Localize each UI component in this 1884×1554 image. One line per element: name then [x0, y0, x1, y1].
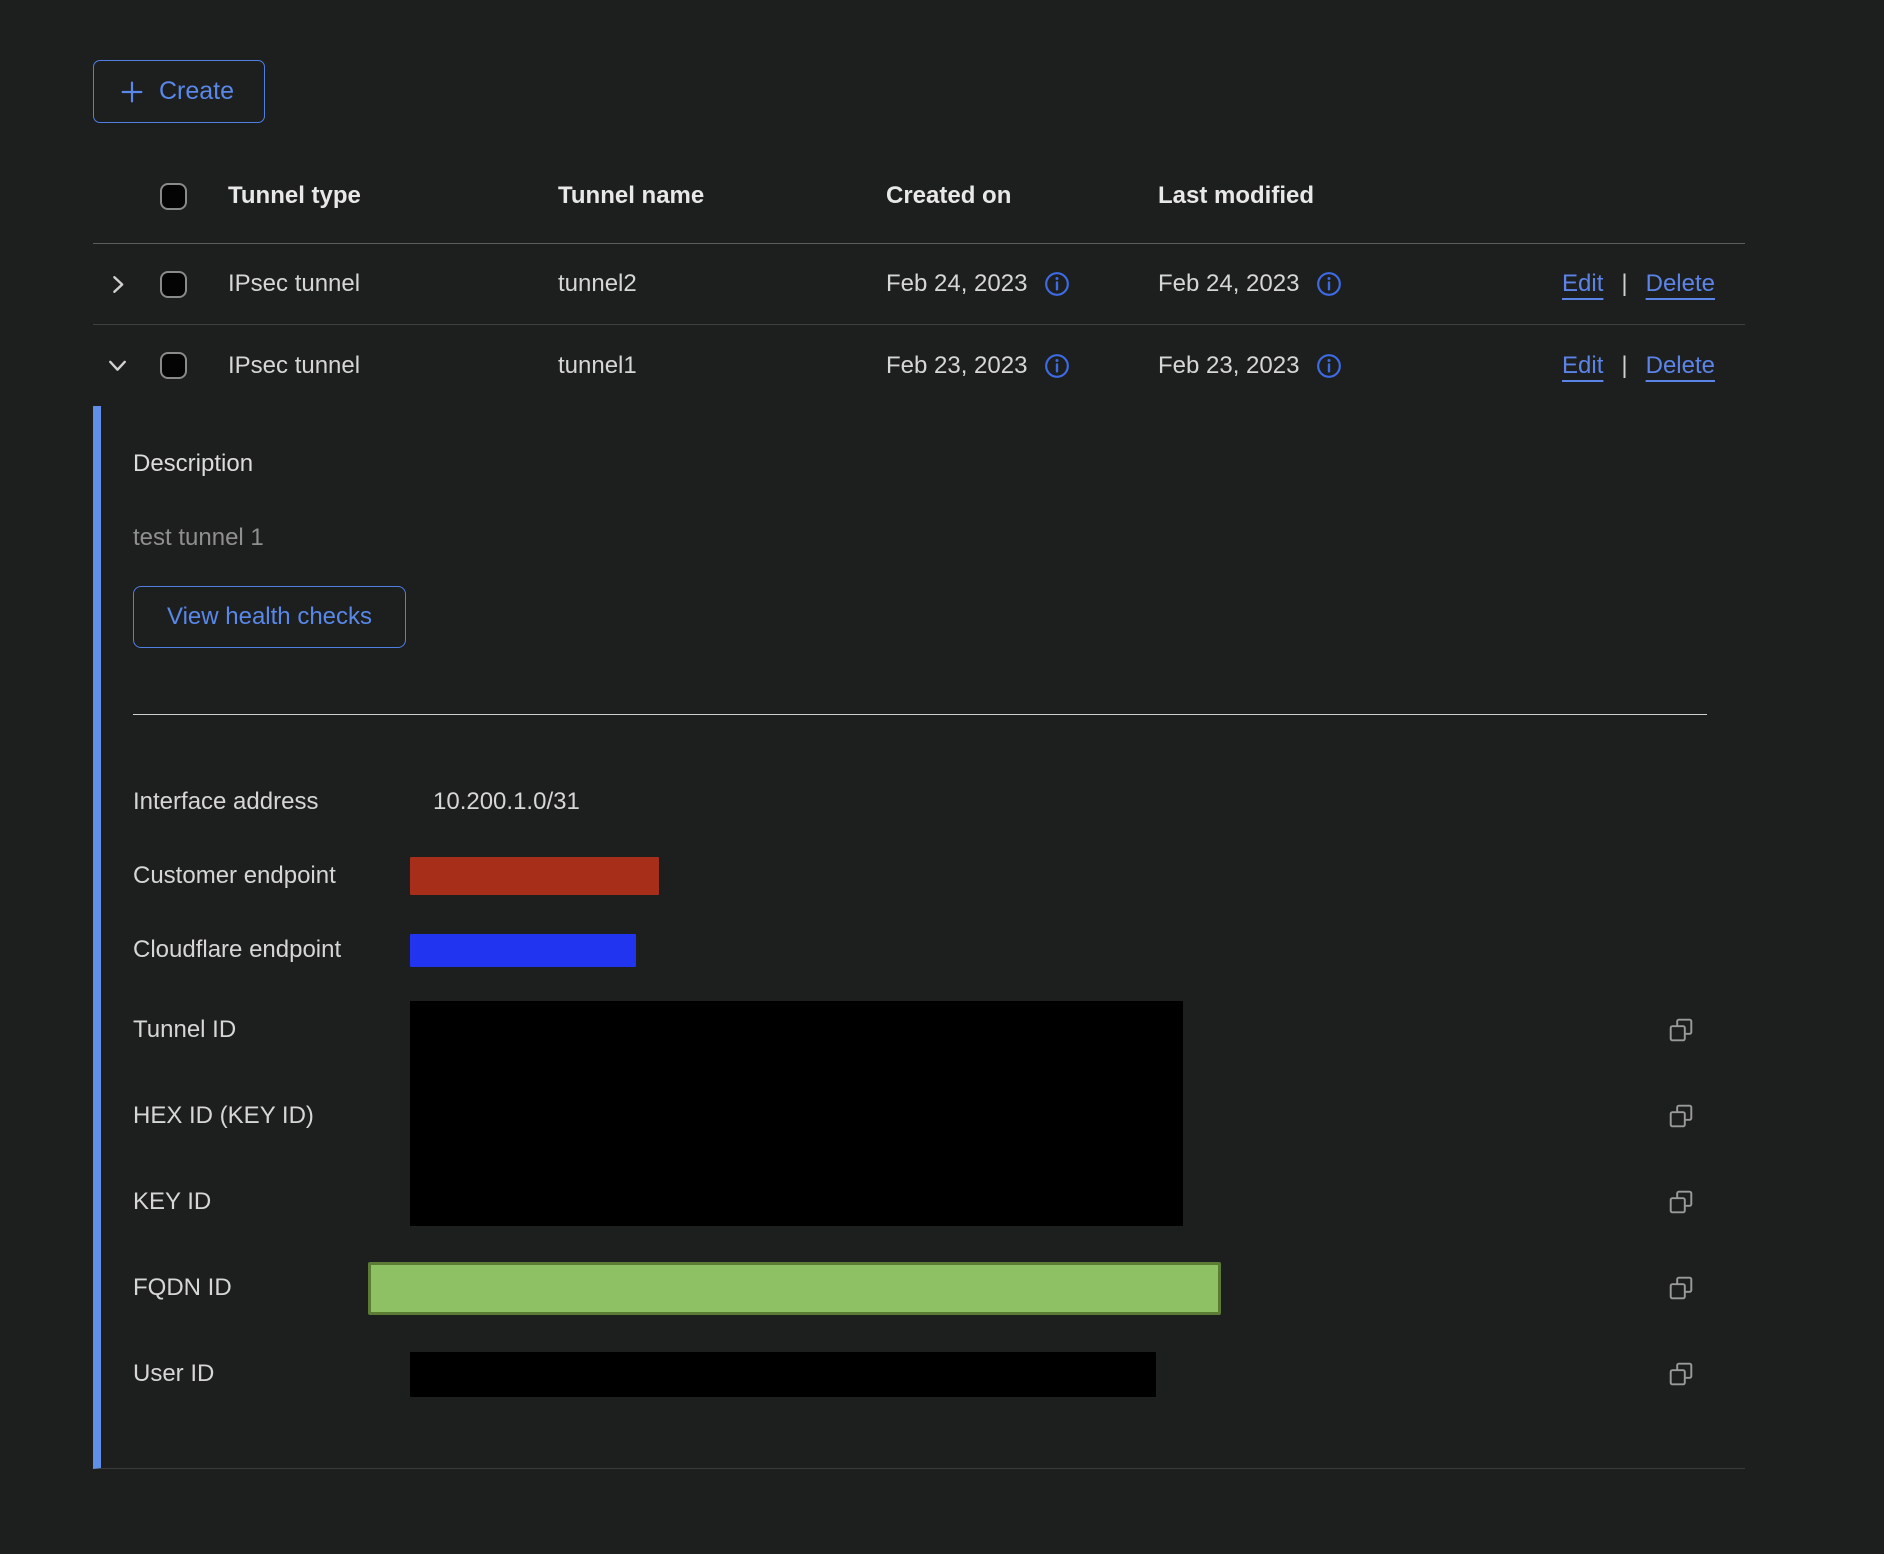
- plus-icon: [118, 78, 146, 106]
- select-row-checkbox[interactable]: [160, 352, 187, 379]
- copy-icon[interactable]: [1668, 1361, 1694, 1387]
- copy-icon[interactable]: [1668, 1189, 1694, 1215]
- tunnels-page: Create Tunnel type Tunnel name Created o…: [0, 0, 1884, 1469]
- info-icon[interactable]: [1316, 353, 1342, 379]
- description-label: Description: [133, 450, 1745, 478]
- tunnels-table: Tunnel type Tunnel name Created on Last …: [93, 149, 1745, 1469]
- column-header-created-on: Created on: [886, 182, 1158, 210]
- info-icon[interactable]: [1316, 271, 1342, 297]
- chevron-down-icon[interactable]: [105, 353, 130, 378]
- cell-created-on: Feb 23, 2023: [886, 352, 1027, 380]
- field-label: KEY ID: [133, 1188, 410, 1216]
- actions-separator: |: [1621, 352, 1627, 380]
- detail-row-user-id: User ID: [133, 1331, 1745, 1417]
- detail-row-cloudflare-endpoint: Cloudflare endpoint: [133, 913, 1745, 987]
- field-label: Tunnel ID: [133, 1016, 410, 1044]
- info-icon[interactable]: [1044, 353, 1070, 379]
- select-row-checkbox[interactable]: [160, 271, 187, 298]
- field-label: User ID: [133, 1360, 410, 1388]
- id-fields-group: Tunnel ID HEX ID (KEY ID) KEY ID: [133, 987, 1745, 1245]
- delete-link[interactable]: Delete: [1646, 270, 1715, 298]
- description-value: test tunnel 1: [133, 524, 1745, 552]
- field-label: Cloudflare endpoint: [133, 936, 410, 964]
- interface-address-value: 10.200.1.0/31: [410, 788, 580, 816]
- edit-link[interactable]: Edit: [1562, 270, 1603, 298]
- table-row: IPsec tunnel tunnel2 Feb 24, 2023 Feb 24…: [93, 244, 1745, 325]
- copy-icon[interactable]: [1668, 1103, 1694, 1129]
- cell-tunnel-type: IPsec tunnel: [228, 270, 558, 298]
- detail-row-customer-endpoint: Customer endpoint: [133, 839, 1745, 913]
- select-all-checkbox[interactable]: [160, 183, 187, 210]
- view-health-checks-button[interactable]: View health checks: [133, 586, 406, 648]
- chevron-right-icon[interactable]: [105, 272, 130, 297]
- delete-link[interactable]: Delete: [1646, 352, 1715, 380]
- panel-divider: [133, 714, 1707, 715]
- column-header-tunnel-name: Tunnel name: [558, 182, 886, 210]
- user-id-redacted-value: [410, 1352, 1156, 1397]
- table-header: Tunnel type Tunnel name Created on Last …: [93, 149, 1745, 244]
- field-label: Interface address: [133, 788, 410, 816]
- detail-row-interface-address: Interface address 10.200.1.0/31: [133, 765, 1745, 839]
- cloudflare-endpoint-redacted-value: [410, 934, 636, 967]
- field-label: HEX ID (KEY ID): [133, 1102, 410, 1130]
- cell-last-modified: Feb 24, 2023: [1158, 270, 1299, 298]
- detail-row-fqdn-id: FQDN ID: [133, 1245, 1745, 1331]
- create-button[interactable]: Create: [93, 60, 265, 123]
- fqdn-id-redacted-value: [368, 1262, 1221, 1315]
- tunnel-details-panel: Description test tunnel 1 View health ch…: [93, 406, 1745, 1469]
- edit-link[interactable]: Edit: [1562, 352, 1603, 380]
- copy-icon[interactable]: [1668, 1275, 1694, 1301]
- cell-created-on: Feb 24, 2023: [886, 270, 1027, 298]
- create-button-label: Create: [159, 77, 234, 106]
- table-row: IPsec tunnel tunnel1 Feb 23, 2023 Feb 23…: [93, 325, 1745, 406]
- cell-tunnel-name: tunnel2: [558, 270, 886, 298]
- customer-endpoint-redacted-value: [410, 857, 659, 895]
- field-label: Customer endpoint: [133, 862, 410, 890]
- cell-tunnel-name: tunnel1: [558, 352, 886, 380]
- tunnel-detail-fields: Interface address 10.200.1.0/31 Customer…: [133, 765, 1745, 1417]
- copy-icon[interactable]: [1668, 1017, 1694, 1043]
- column-header-last-modified: Last modified: [1158, 182, 1542, 210]
- cell-last-modified: Feb 23, 2023: [1158, 352, 1299, 380]
- info-icon[interactable]: [1044, 271, 1070, 297]
- ids-redacted-value: [410, 1001, 1183, 1226]
- actions-separator: |: [1621, 270, 1627, 298]
- cell-tunnel-type: IPsec tunnel: [228, 352, 558, 380]
- column-header-tunnel-type: Tunnel type: [228, 182, 558, 210]
